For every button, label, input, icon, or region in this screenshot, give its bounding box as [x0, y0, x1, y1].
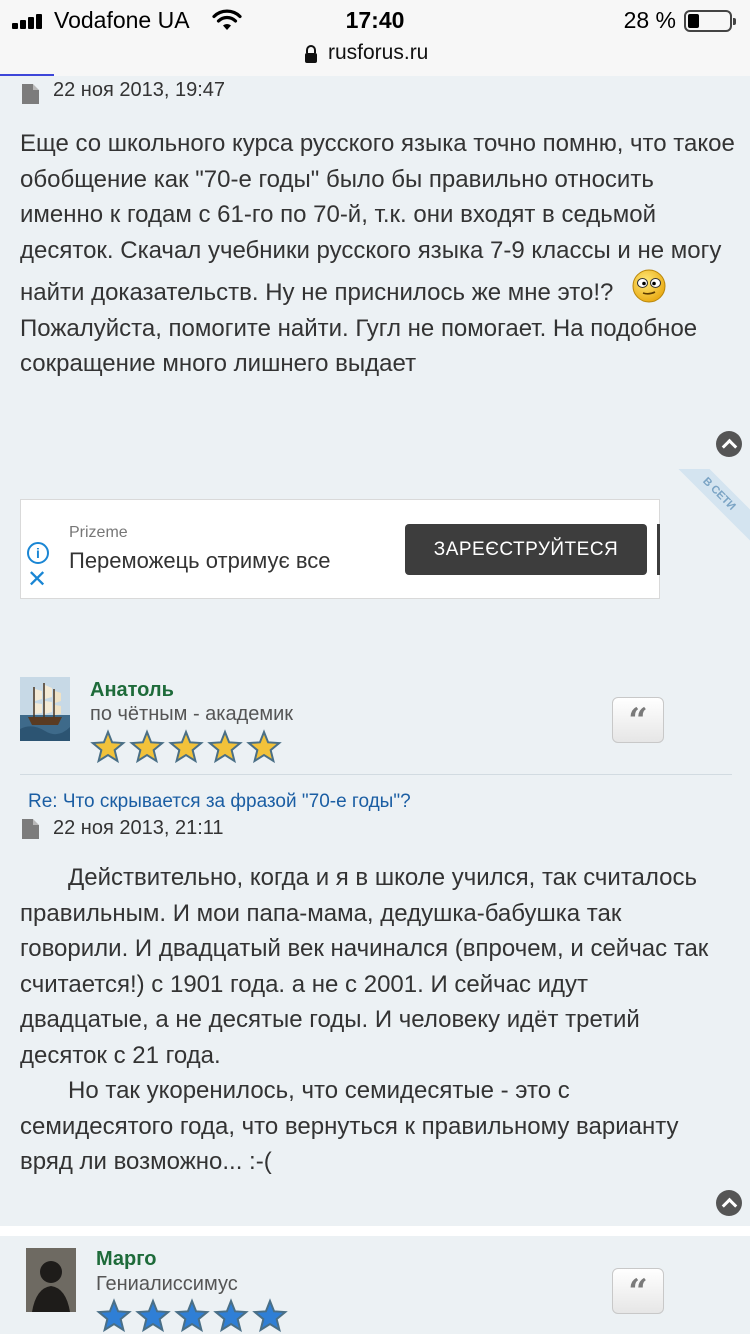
star-icon	[174, 1298, 210, 1333]
address-bar[interactable]: rusforus.ru	[0, 40, 750, 78]
post-text-continued: Пожалуйста, помогите найти. Гугл не помо…	[20, 314, 698, 378]
star-icon	[213, 1298, 249, 1333]
post-date: 22 ноя 2013, 19:47	[53, 79, 226, 101]
star-icon	[252, 1298, 288, 1333]
battery-icon	[684, 10, 736, 32]
star-icon	[246, 729, 282, 764]
rating-stars	[90, 729, 290, 765]
avatar[interactable]	[20, 677, 70, 741]
rating-stars	[96, 1298, 296, 1334]
post-subject-link[interactable]: Re: Что скрывается за фразой "70-е годы"…	[28, 791, 411, 813]
smiley-emoji-icon	[632, 269, 666, 303]
register-button[interactable]: ЗАРЕЄСТРУЙТЕСЯ	[405, 524, 647, 575]
post-body: Действительно, когда и я в школе учился,…	[20, 860, 720, 1180]
star-icon	[129, 729, 165, 764]
battery-percent: 28 %	[623, 7, 676, 33]
ad-info-icon[interactable]: i	[27, 542, 49, 564]
post-1: 22 ноя 2013, 19:47 Еще со школьного курс…	[0, 76, 750, 469]
scroll-top-button[interactable]	[716, 431, 742, 457]
ad-brand: Prizeme	[69, 524, 128, 541]
post-body: Еще со школьного курса русского языка то…	[20, 126, 740, 382]
ad-headline: Переможець отримує все	[69, 548, 331, 573]
quote-button[interactable]: “	[612, 697, 664, 743]
ad-close-icon[interactable]: ✕	[27, 568, 47, 592]
quote-button[interactable]: “	[612, 1268, 664, 1314]
ad-banner[interactable]: i ✕ Prizeme Переможець отримує все ЗАРЕЄ…	[20, 499, 660, 599]
post-date: 22 ноя 2013, 21:11	[53, 817, 224, 839]
avatar[interactable]	[26, 1248, 76, 1312]
author-rank: по чётным - академик	[90, 703, 294, 725]
star-icon	[168, 729, 204, 764]
lock-icon	[305, 45, 317, 63]
post-text: Еще со школьного курса русского языка то…	[20, 130, 735, 306]
star-icon	[96, 1298, 132, 1333]
status-bar: Vodafone UA 17:40 28 %	[0, 0, 750, 40]
author-name[interactable]: Анатоль	[90, 679, 174, 702]
scroll-top-button[interactable]	[716, 1190, 742, 1216]
quote-icon: “	[628, 1272, 648, 1312]
author-name[interactable]: Марго	[96, 1248, 157, 1271]
corner-ribbon: В СЕТИ	[665, 469, 750, 548]
ad-section: i ✕ Prizeme Переможець отримує все ЗАРЕЄ…	[0, 469, 750, 660]
post-icon	[22, 819, 39, 839]
star-icon	[207, 729, 243, 764]
star-icon	[135, 1298, 171, 1333]
post-3: Марго Гениалиссимус “	[0, 1236, 750, 1334]
star-icon	[90, 729, 126, 764]
url-text[interactable]: rusforus.ru	[328, 41, 428, 65]
quote-icon: “	[628, 701, 648, 741]
post-paragraph-1: Действительно, когда и я в школе учился,…	[20, 864, 709, 1069]
post-icon	[22, 84, 39, 104]
author-rank: Гениалиссимус	[96, 1273, 238, 1295]
post-2: Анатоль по чётным - академик “ Re: Что с…	[0, 660, 750, 1226]
battery-level	[688, 14, 699, 28]
post-paragraph-2: Но так укоренилось, что семидесятые - эт…	[20, 1077, 679, 1175]
